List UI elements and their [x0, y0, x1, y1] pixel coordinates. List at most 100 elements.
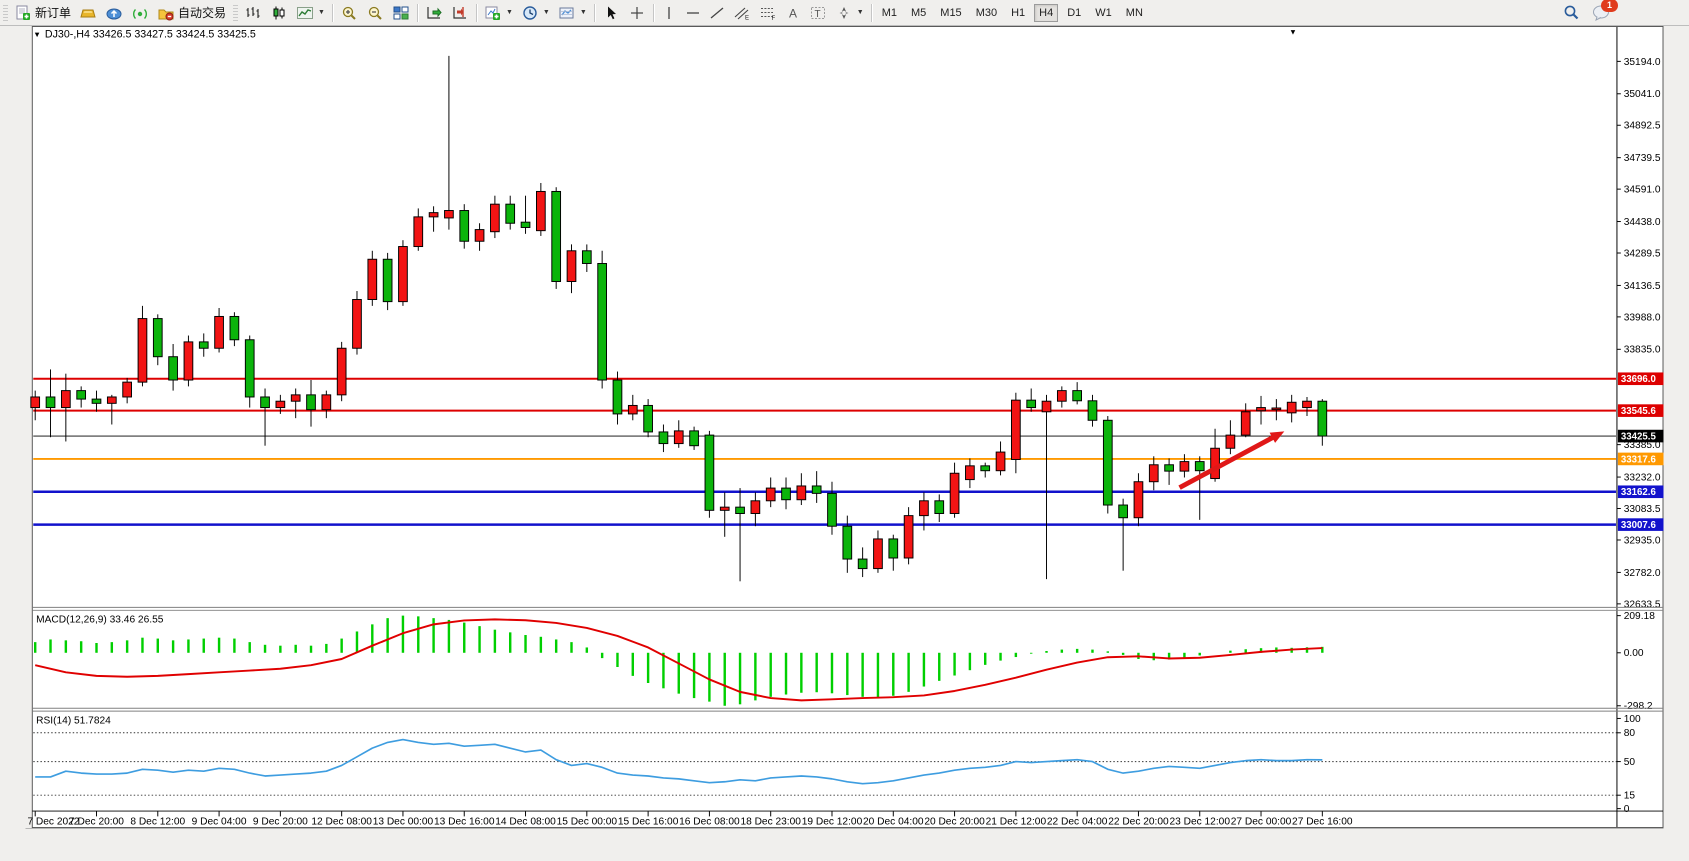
- crosshair-icon: [628, 5, 646, 21]
- svg-text:209.18: 209.18: [1624, 611, 1655, 622]
- time-label: 22 Dec 20:00: [1108, 817, 1169, 828]
- cursor-group: [598, 0, 650, 25]
- chart-shift-button[interactable]: [447, 4, 473, 22]
- zoom-in-button[interactable]: [336, 4, 362, 22]
- timeframe-M15[interactable]: M15: [935, 4, 966, 22]
- template-caret: ▼: [580, 9, 587, 16]
- timeframe-H1[interactable]: H1: [1006, 4, 1030, 22]
- channel-button[interactable]: E: [729, 4, 755, 22]
- fibonacci-icon: F: [759, 5, 777, 21]
- timeframe-W1[interactable]: W1: [1090, 4, 1117, 22]
- time-label: 23 Dec 12:00: [1169, 817, 1230, 828]
- chart-type-group: ▼: [240, 0, 329, 25]
- crosshair-button[interactable]: [624, 4, 650, 22]
- svg-text:A: A: [789, 6, 797, 20]
- tile-windows-button[interactable]: [388, 4, 414, 22]
- period-caret: ▼: [543, 9, 550, 16]
- gold-button[interactable]: [75, 4, 101, 22]
- svg-text:35194.0: 35194.0: [1624, 57, 1661, 68]
- toolbar-grip: [3, 5, 8, 21]
- upload-button[interactable]: [101, 4, 127, 22]
- objects-group: ▼ ▼ ▼: [480, 0, 591, 25]
- price-chart[interactable]: 35194.035041.034892.534739.534591.034438…: [0, 26, 1689, 861]
- arrows-shapes-icon: [835, 5, 853, 21]
- svg-text:32935.0: 32935.0: [1624, 535, 1661, 546]
- candlestick-icon: [270, 5, 288, 21]
- auto-trading-label: 自动交易: [178, 4, 226, 21]
- time-label: 15 Dec 00:00: [557, 817, 618, 828]
- zoom-out-button[interactable]: [362, 4, 388, 22]
- template-icon: [558, 5, 576, 21]
- search-icon[interactable]: [1562, 4, 1580, 21]
- timeframe-M30[interactable]: M30: [971, 4, 1002, 22]
- text-icon: A: [785, 5, 801, 21]
- svg-text:34289.5: 34289.5: [1624, 248, 1661, 259]
- line-chart-icon: [296, 5, 314, 21]
- template-button[interactable]: ▼: [554, 4, 591, 22]
- candlestick-type-button[interactable]: [266, 4, 292, 22]
- auto-scroll-button[interactable]: [421, 4, 447, 22]
- time-label: 15 Dec 16:00: [618, 817, 679, 828]
- bar-chart-type-button[interactable]: [240, 4, 266, 22]
- timeframe-M1[interactable]: M1: [877, 4, 902, 22]
- auto-trading-icon: [157, 5, 175, 21]
- toolbar-grip: [233, 5, 238, 21]
- text-label-icon: T: [809, 5, 827, 21]
- new-order-label: 新订单: [35, 4, 71, 21]
- new-chart-button[interactable]: ▼: [480, 4, 517, 22]
- svg-text:E: E: [745, 15, 749, 21]
- zoom-out-icon: [366, 5, 384, 21]
- timeframe-H4[interactable]: H4: [1034, 4, 1058, 22]
- chart-title-collapse-icon: ▼: [33, 30, 41, 39]
- text-label-button[interactable]: T: [805, 4, 831, 22]
- svg-text:80: 80: [1624, 728, 1636, 739]
- notifications-button[interactable]: 1: [1592, 4, 1611, 21]
- trendline-icon: [709, 5, 725, 21]
- new-order-button[interactable]: 新订单: [10, 3, 75, 22]
- timeframe-M5[interactable]: M5: [906, 4, 931, 22]
- toolbar-separator: [653, 4, 654, 22]
- horizontal-line-icon: [685, 5, 701, 21]
- time-label: 20 Dec 04:00: [863, 817, 924, 828]
- time-label: 9 Dec 20:00: [253, 817, 308, 828]
- vertical-line-button[interactable]: [657, 4, 681, 22]
- signal-button[interactable]: [127, 4, 153, 22]
- time-label: 21 Dec 12:00: [986, 817, 1047, 828]
- toolbar-right-icons: 1: [1562, 4, 1689, 21]
- period-button[interactable]: ▼: [517, 4, 554, 22]
- chart-title: DJ30-,H4 33426.5 33427.5 33424.5 33425.5: [45, 29, 256, 41]
- time-label: 13 Dec 00:00: [373, 817, 434, 828]
- svg-text:33425.5: 33425.5: [1621, 431, 1657, 442]
- svg-text:33835.0: 33835.0: [1624, 345, 1661, 356]
- clock-icon: [521, 5, 539, 21]
- zoom-group: [336, 0, 414, 25]
- horizontal-line-button[interactable]: [681, 4, 705, 22]
- svg-text:34892.5: 34892.5: [1624, 121, 1661, 132]
- arrows-button[interactable]: ▼: [831, 4, 868, 22]
- svg-text:33162.6: 33162.6: [1621, 487, 1657, 498]
- time-label: 9 Dec 04:00: [192, 817, 247, 828]
- svg-text:0: 0: [1624, 804, 1630, 815]
- cursor-button[interactable]: [598, 4, 624, 22]
- cloud-upload-icon: [105, 5, 123, 21]
- fibonacci-button[interactable]: F: [755, 4, 781, 22]
- new-order-icon: [14, 5, 32, 21]
- line-chart-type-button[interactable]: ▼: [292, 4, 329, 22]
- scroll-group: [421, 0, 473, 25]
- svg-text:100: 100: [1624, 714, 1641, 725]
- toolbar-separator: [417, 4, 418, 22]
- timeframe-MN[interactable]: MN: [1121, 4, 1148, 22]
- timeframe-D1[interactable]: D1: [1062, 4, 1086, 22]
- svg-text:F: F: [771, 16, 775, 21]
- equidistant-channel-icon: E: [733, 5, 751, 21]
- auto-trading-button[interactable]: 自动交易: [153, 3, 230, 22]
- arrows-caret: ▼: [857, 9, 864, 16]
- gold-bar-icon: [79, 5, 97, 21]
- macd-label: MACD(12,26,9) 33.46 26.55: [36, 614, 164, 625]
- svg-text:50: 50: [1624, 757, 1636, 768]
- text-button[interactable]: A: [781, 4, 805, 22]
- svg-text:15: 15: [1624, 791, 1636, 802]
- toolbar-separator: [594, 4, 595, 22]
- time-label: 13 Dec 16:00: [434, 817, 495, 828]
- trendline-button[interactable]: [705, 4, 729, 22]
